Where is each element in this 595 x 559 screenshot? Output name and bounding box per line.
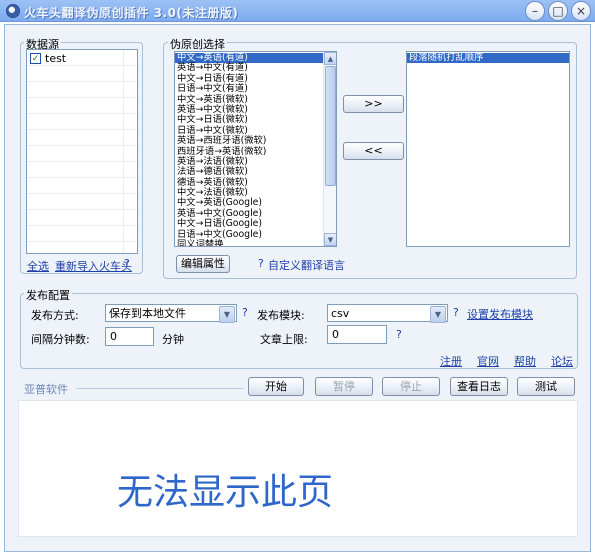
publish-method-help-icon[interactable]: ?	[242, 306, 248, 319]
pseudo-legend: 伪原创选择	[168, 36, 227, 52]
interval-input[interactable]: 0	[105, 327, 154, 346]
publish-method-label: 发布方式:	[31, 309, 79, 322]
list-column-divider	[123, 50, 124, 253]
window-title: 火车头翻译伪原创插件 3.0(未注册版)	[24, 6, 239, 20]
pseudo-option[interactable]: 同义词替换	[175, 239, 323, 246]
scroll-down-icon[interactable]: ▼	[324, 233, 336, 246]
help-link[interactable]: 帮助	[514, 353, 536, 369]
checkbox-test[interactable]: ✓	[30, 53, 41, 64]
view-log-button[interactable]: 查看日志	[450, 377, 508, 396]
scroll-up-icon[interactable]: ▲	[324, 52, 336, 65]
brand-divider	[76, 388, 244, 389]
publish-method-select[interactable]: 保存到本地文件 ▼	[105, 304, 237, 323]
publish-module-link[interactable]: 设置发布模块	[467, 306, 533, 322]
browser-panel[interactable]: 无法显示此页	[18, 400, 578, 537]
reimport-link[interactable]: 重新导入火车头	[55, 258, 132, 274]
brand-label: 亚普软件	[24, 383, 68, 396]
scroll-thumb[interactable]	[325, 66, 336, 186]
edit-properties-button[interactable]: 编辑属性	[176, 255, 230, 273]
stop-button[interactable]: 停止	[382, 377, 440, 396]
interval-unit: 分钟	[162, 333, 184, 346]
datasource-item-label: test	[45, 52, 67, 65]
publish-module-select[interactable]: csv ▼	[327, 304, 448, 323]
publish-module-help-icon[interactable]: ?	[453, 306, 459, 319]
remove-button[interactable]: <<	[343, 142, 404, 160]
test-button[interactable]: 测试	[517, 377, 575, 396]
website-link[interactable]: 官网	[477, 353, 499, 369]
pseudo-option[interactable]: 英语→西班牙语(微软)	[175, 135, 323, 146]
forum-link[interactable]: 论坛	[551, 353, 573, 369]
publish-method-value: 保存到本地文件	[109, 307, 186, 320]
limit-help-icon[interactable]: ?	[396, 328, 402, 341]
register-link[interactable]: 注册	[440, 353, 462, 369]
datasource-list[interactable]: ✓ test	[26, 49, 138, 254]
pseudo-options-list[interactable]: 中文→英语(有道) 英语→中文(有道) 中文→日语(有道) 日语→中文(有道) 中文→英…	[174, 51, 337, 247]
chevron-down-icon: ▼	[219, 306, 235, 323]
custom-lang-help-icon: ?	[258, 257, 264, 270]
start-button[interactable]: 开始	[248, 377, 304, 396]
publish-legend: 发布配置	[24, 287, 72, 303]
pseudo-options: 中文→英语(有道) 英语→中文(有道) 中文→日语(有道) 日语→中文(有道) 中文→英…	[175, 52, 323, 246]
custom-lang-link[interactable]: 自定义翻译语言	[268, 257, 345, 273]
limit-input[interactable]: 0	[327, 325, 387, 344]
minimize-button[interactable]: –	[525, 1, 545, 21]
chosen-list[interactable]: 段落随机打乱顺序	[406, 51, 570, 247]
close-button[interactable]: ×	[571, 1, 591, 21]
pause-button[interactable]: 暂停	[315, 377, 373, 396]
add-button[interactable]: >>	[343, 95, 404, 113]
publish-module-label: 发布模块:	[257, 309, 305, 322]
app-icon	[6, 4, 20, 18]
select-all-link[interactable]: 全选	[27, 258, 49, 274]
limit-label: 文章上限:	[260, 333, 308, 346]
error-message: 无法显示此页	[117, 472, 334, 513]
pseudo-option[interactable]: 日语→中文(有道)	[175, 83, 323, 94]
options-scrollbar[interactable]: ▲ ▼	[323, 52, 336, 246]
chevron-down-icon: ▼	[430, 306, 446, 323]
datasource-help-icon[interactable]: ?	[124, 257, 130, 270]
title-bar[interactable]: 火车头翻译伪原创插件 3.0(未注册版) – □ ×	[0, 0, 595, 22]
interval-label: 间隔分钟数:	[31, 333, 90, 346]
publish-module-value: csv	[331, 307, 350, 320]
chosen-item[interactable]: 段落随机打乱顺序	[407, 52, 569, 64]
maximize-button[interactable]: □	[548, 1, 568, 21]
